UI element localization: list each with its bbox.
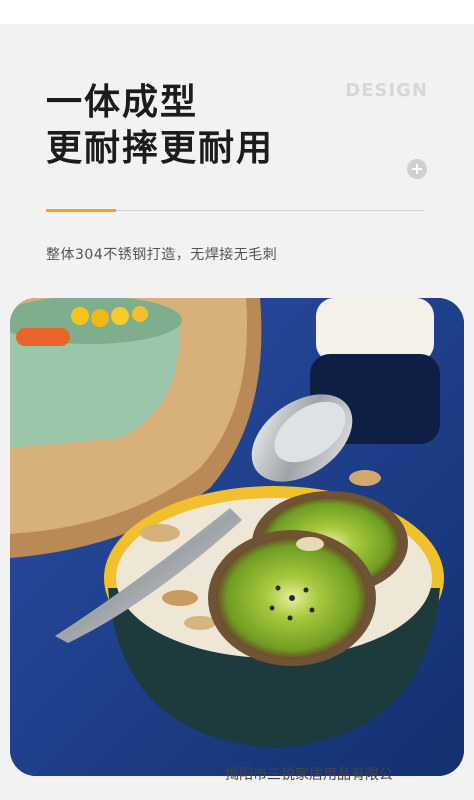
photo-illustration [10,298,464,776]
design-label: DESIGN [345,80,428,101]
company-footer: 揭阳市三锐家居用品有限公 [225,767,393,783]
subtitle: 整体304不锈钢打造，无焊接无毛刺 [46,247,278,263]
top-band [0,0,474,24]
accent-bar [46,209,116,212]
title-line-1: 一体成型 [46,82,199,123]
plus-icon[interactable] [407,159,427,179]
page-title: 一体成型 更耐摔更耐用 [46,80,274,172]
product-photo [10,298,464,776]
title-line-2: 更耐摔更耐用 [46,128,275,169]
